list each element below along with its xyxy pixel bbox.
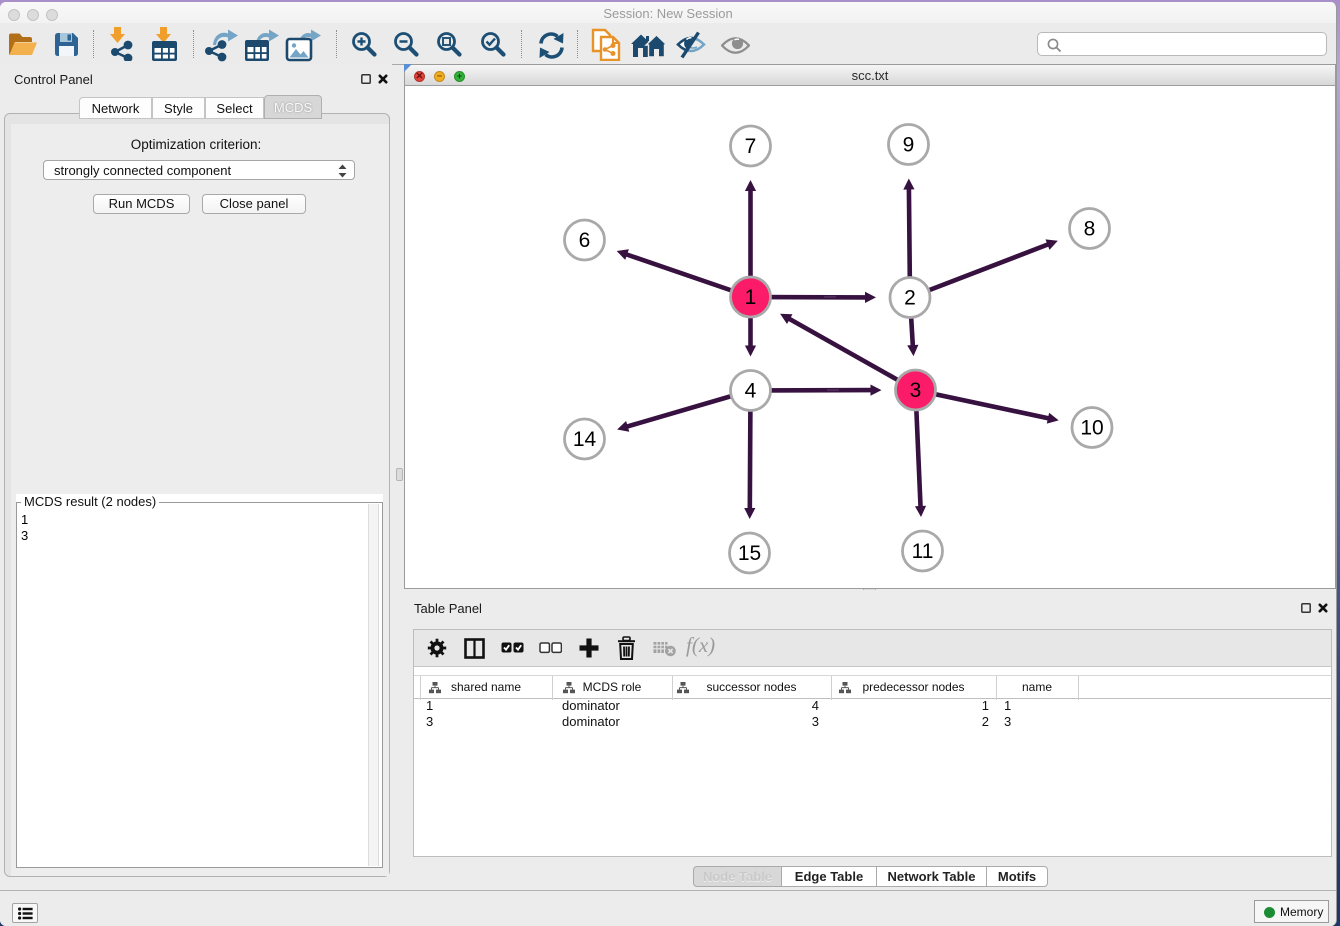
svg-text:1: 1 <box>745 286 757 309</box>
svg-text:11: 11 <box>912 540 934 563</box>
svg-text:7: 7 <box>745 135 757 158</box>
svg-text:6: 6 <box>579 229 591 252</box>
svg-text:9: 9 <box>903 134 915 157</box>
svg-text:14: 14 <box>573 428 597 451</box>
svg-text:4: 4 <box>745 380 757 403</box>
svg-text:10: 10 <box>1080 417 1103 440</box>
svg-text:3: 3 <box>910 379 922 402</box>
svg-text:15: 15 <box>738 542 761 565</box>
svg-text:8: 8 <box>1084 218 1096 241</box>
svg-text:2: 2 <box>904 287 916 310</box>
